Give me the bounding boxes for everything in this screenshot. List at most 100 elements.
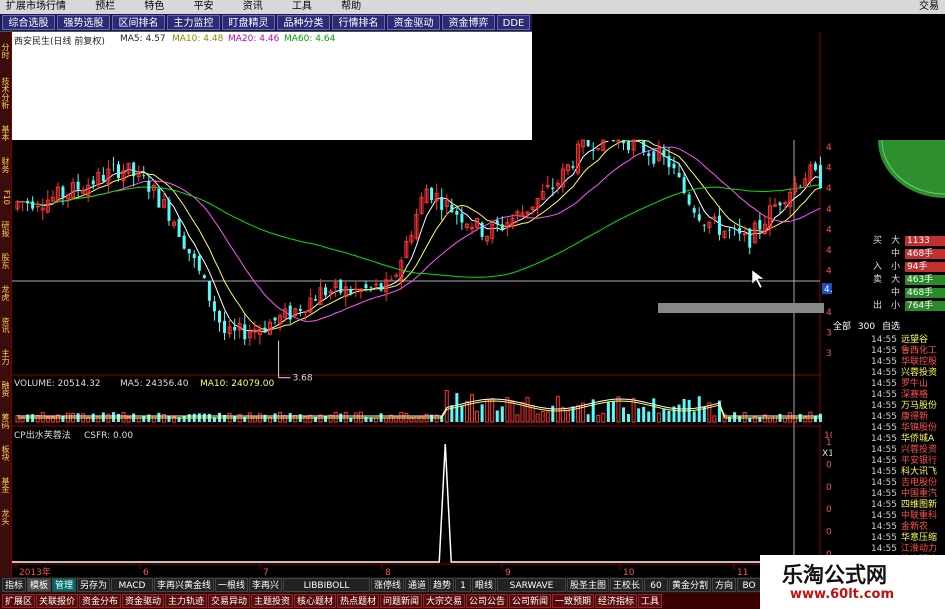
range-selector[interactable] xyxy=(658,303,824,313)
left-tool-report[interactable]: 研报 xyxy=(0,214,11,244)
trade-list-item[interactable]: 14:55 中联重科 xyxy=(833,511,945,522)
extension-tab[interactable]: 资金驱动 xyxy=(122,594,164,608)
indicator-tab[interactable]: BO xyxy=(737,578,761,592)
left-tool-timeshare[interactable]: 分时 xyxy=(0,34,11,68)
tab-fund-game[interactable]: 资金博弈 xyxy=(442,15,495,30)
trade-list-item[interactable]: 14:55 吉电股份 xyxy=(833,478,945,489)
candle-body xyxy=(652,151,656,164)
indicator-tab[interactable]: SARWAVE xyxy=(497,578,566,592)
trade-list-item[interactable]: 14:55 罗牛山 xyxy=(833,379,945,390)
trade-list-item[interactable]: 14:55 平安银行 xyxy=(833,456,945,467)
trade-list-item[interactable]: 14:55 远望谷 xyxy=(833,335,945,346)
indicator-tab[interactable]: 股圣主图 xyxy=(567,578,609,592)
left-tool-finance[interactable]: 财务 xyxy=(0,150,11,180)
indicator-tab[interactable]: 李再兴黄金线 xyxy=(154,578,214,592)
menu-item-help[interactable]: 帮助 xyxy=(341,0,361,14)
left-tool-sector[interactable]: 板块 xyxy=(0,438,11,468)
indicator-tab[interactable]: 管理 xyxy=(52,578,76,592)
tab-main-monitor[interactable]: 主力监控 xyxy=(167,15,220,30)
trade-list-item[interactable]: 14:55 科大讯飞 xyxy=(833,467,945,478)
tab-fund-drive[interactable]: 资金驱动 xyxy=(387,15,440,30)
extension-tab[interactable]: 经济指标 xyxy=(595,594,637,608)
trade-list-item[interactable]: 14:55 华联控股 xyxy=(833,357,945,368)
flow-value: 94手 xyxy=(905,262,945,272)
indicator-tab[interactable]: LIBBIBOLL xyxy=(283,578,370,592)
indicator-tab[interactable]: 王校长 xyxy=(610,578,643,592)
flow-all-label[interactable]: 全部 xyxy=(833,322,851,332)
trade-list-item[interactable]: 14:55 金新农 xyxy=(833,522,945,533)
candle-body xyxy=(702,224,706,226)
tab-comprehensive-pick[interactable]: 综合选股 xyxy=(2,15,55,30)
extension-tab[interactable]: 主题投资 xyxy=(251,594,293,608)
left-tool-tech[interactable]: 技术分析 xyxy=(0,70,11,116)
trade-list-item[interactable]: 14:55 鲁西化工 xyxy=(833,346,945,357)
tab-watch-wizard[interactable]: 盯盘精灵 xyxy=(222,15,275,30)
left-tool-info[interactable]: 资讯 xyxy=(0,310,11,340)
extension-tab[interactable]: 一致预期 xyxy=(552,594,594,608)
left-tool-margin[interactable]: 融资 xyxy=(0,374,11,404)
menu-item-market[interactable]: 扩展市场行情 xyxy=(6,0,66,14)
tab-strong-pick[interactable]: 强势选股 xyxy=(57,15,110,30)
left-tool-basic[interactable]: 基本 xyxy=(0,118,11,148)
extension-tab[interactable]: 热点题材 xyxy=(337,594,379,608)
indicator-tab[interactable]: 眼线 xyxy=(472,578,496,592)
extension-tab[interactable]: 工具 xyxy=(638,594,662,608)
trade-list-item[interactable]: 14:55 华锦股份 xyxy=(833,423,945,434)
trade-list-item[interactable]: 14:55 华意压缩 xyxy=(833,533,945,544)
indicator-tab[interactable]: 一根线 xyxy=(215,578,248,592)
indicator-tab[interactable]: 李再兴 xyxy=(249,578,282,592)
indicator-tab[interactable]: 指标 xyxy=(2,578,26,592)
extension-tab[interactable]: 关联报价 xyxy=(36,594,78,608)
menu-item-news[interactable]: 资讯 xyxy=(243,0,263,14)
extension-tab[interactable]: 问题新闻 xyxy=(380,594,422,608)
indicator-tab[interactable]: 方向 xyxy=(712,578,736,592)
trade-list-item[interactable]: 14:55 万马股份 xyxy=(833,401,945,412)
extension-tab[interactable]: 核心题材 xyxy=(294,594,336,608)
left-tool-fund[interactable]: 基金 xyxy=(0,470,11,500)
indicator-tab[interactable]: 模板 xyxy=(27,578,51,592)
candle-body xyxy=(324,287,328,296)
tab-quote-rank[interactable]: 行情排名 xyxy=(332,15,385,30)
extension-tab[interactable]: 交易异动 xyxy=(208,594,250,608)
extension-tab[interactable]: 扩展区 xyxy=(2,594,35,608)
extension-tab[interactable]: 公司新闻 xyxy=(509,594,551,608)
trade-list-item[interactable]: 14:55 中国重汽 xyxy=(833,489,945,500)
left-tool-leader[interactable]: 龙头 xyxy=(0,502,11,532)
trade-list-item[interactable]: 14:55 四维图新 xyxy=(833,500,945,511)
menu-item-pingan[interactable]: 平安 xyxy=(194,0,214,14)
menu-item-feature[interactable]: 特色 xyxy=(144,0,164,14)
indicator-tab[interactable]: 通道 xyxy=(405,578,429,592)
left-tool-f10[interactable]: F10 xyxy=(0,182,11,212)
left-tool-dragon[interactable]: 龙虎 xyxy=(0,278,11,308)
trade-list-item[interactable]: 14:55 兴蓉投资 xyxy=(833,445,945,456)
indicator-tab[interactable]: 涨停线 xyxy=(371,578,404,592)
indicator-tab[interactable]: 1 xyxy=(455,578,471,592)
indicator-tab[interactable]: 黄金分割 xyxy=(669,578,711,592)
left-tool-holder[interactable]: 股东 xyxy=(0,246,11,276)
menu-item-trade[interactable]: 交易 xyxy=(919,0,939,14)
indicator-tab[interactable]: MACD xyxy=(111,578,153,592)
volume-bar xyxy=(692,411,696,422)
trade-list-item[interactable]: 14:55 兴蓉投资 xyxy=(833,368,945,379)
trade-list-item[interactable]: 14:55 华侨城A xyxy=(833,434,945,445)
tab-category[interactable]: 品种分类 xyxy=(277,15,330,30)
extension-tab[interactable]: 主力轨迹 xyxy=(165,594,207,608)
trade-list-item[interactable]: 14:55 江淮动力 xyxy=(833,544,945,555)
menu-item-bar[interactable]: 预栏 xyxy=(95,0,115,14)
volume-bar xyxy=(151,415,156,423)
left-tool-chips[interactable]: 筹码 xyxy=(0,406,11,436)
tab-dde[interactable]: DDE xyxy=(497,15,530,30)
trade-list-item[interactable]: 14:55 深赛格 xyxy=(833,390,945,401)
indicator-tab[interactable]: 趋势 xyxy=(430,578,454,592)
indicator-tab[interactable]: 60 xyxy=(644,578,668,592)
menu-item-tools[interactable]: 工具 xyxy=(292,0,312,14)
flow-auto-label[interactable]: 自选 xyxy=(882,322,900,332)
left-tool-main[interactable]: 主力 xyxy=(0,342,11,372)
tab-range-rank[interactable]: 区间排名 xyxy=(112,15,165,30)
volume-bar xyxy=(247,412,252,423)
extension-tab[interactable]: 资金分布 xyxy=(79,594,121,608)
indicator-tab[interactable]: 另存为 xyxy=(77,578,110,592)
extension-tab[interactable]: 公司公告 xyxy=(466,594,508,608)
trade-list-item[interactable]: 14:55 康得新 xyxy=(833,412,945,423)
extension-tab[interactable]: 大宗交易 xyxy=(423,594,465,608)
